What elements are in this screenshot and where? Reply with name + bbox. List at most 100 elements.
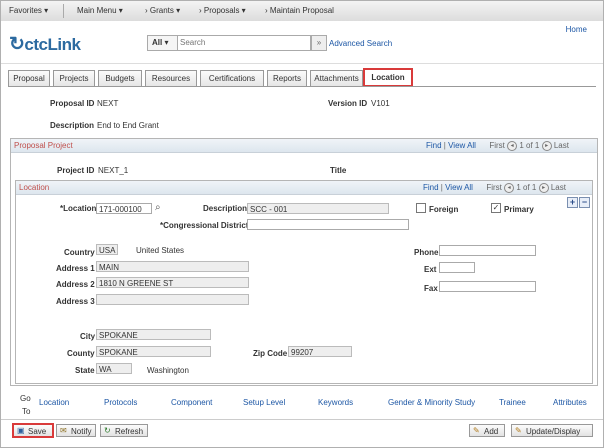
state-name: Washington — [147, 366, 189, 375]
tab-budgets[interactable]: Budgets — [98, 70, 142, 86]
county-field[interactable]: SPOKANE — [96, 346, 211, 357]
title-label: Title — [330, 166, 347, 175]
ext-field[interactable] — [439, 262, 475, 273]
search-input[interactable] — [180, 37, 306, 48]
main-menu[interactable]: Main Menu ▾ — [77, 6, 123, 15]
location-group: Location Find | View All First ◂ 1 of 1 … — [15, 180, 593, 384]
refresh-button[interactable]: ↻ Refresh — [100, 424, 148, 437]
goto-trainee-link[interactable]: Trainee — [499, 398, 526, 407]
notify-label: Notify — [71, 427, 92, 436]
zip-code-field[interactable]: 99207 — [288, 346, 352, 357]
advanced-search-link[interactable]: Advanced Search — [329, 39, 392, 48]
goto-gender-minority-link[interactable]: Gender & Minority Study — [388, 398, 475, 407]
search-scope-select[interactable]: All ▾ — [148, 36, 178, 50]
next-icon[interactable]: ▸ — [541, 141, 552, 151]
description-value: End to End Grant — [97, 121, 159, 130]
search-box: All ▾ — [147, 35, 311, 51]
tab-reports[interactable]: Reports — [267, 70, 307, 86]
home-link[interactable]: Home — [566, 25, 587, 34]
goto-protocols-link[interactable]: Protocols — [104, 398, 137, 407]
lookup-icon[interactable]: ⌕ — [155, 202, 161, 213]
address1-label: Address 1 — [56, 264, 95, 273]
location-first-label: First — [486, 183, 502, 193]
location-nav: Find | View All First ◂ 1 of 1 ▸ Last — [423, 183, 566, 193]
refresh-icon: ↻ — [104, 426, 111, 435]
loc-description-field[interactable]: SCC - 001 — [247, 203, 389, 214]
update-display-button[interactable]: ✎ Update/Display — [511, 424, 593, 437]
first-label: First — [489, 141, 505, 151]
ext-label: Ext — [424, 265, 437, 274]
breadcrumb-grants[interactable]: › Grants ▾ — [145, 6, 180, 15]
goto-label-go: Go — [20, 394, 31, 403]
refresh-label: Refresh — [115, 427, 144, 436]
add-row-icon[interactable]: + — [567, 197, 578, 208]
find-link[interactable]: Find — [426, 141, 442, 150]
add-label: Add — [484, 427, 499, 436]
goto-keywords-link[interactable]: Keywords — [318, 398, 353, 407]
tab-attachments[interactable]: Attachments — [310, 70, 363, 86]
project-id-value: NEXT_1 — [98, 166, 129, 175]
tab-certifications[interactable]: Certifications — [200, 70, 264, 86]
view-all-link[interactable]: View All — [448, 141, 476, 150]
proposal-project-title: Proposal Project — [14, 141, 73, 150]
update-display-label: Update/Display — [526, 427, 581, 436]
breadcrumb-proposals[interactable]: › Proposals ▾ — [199, 6, 246, 15]
add-button[interactable]: ✎ Add — [469, 424, 505, 437]
last-label: Last — [553, 141, 569, 151]
congressional-district-field[interactable] — [247, 219, 409, 230]
nav-divider — [63, 4, 64, 18]
version-id-label: Version ID — [328, 99, 368, 108]
country-name: United States — [136, 246, 185, 255]
foreign-label: Foreign — [429, 205, 459, 214]
location-view-all-link[interactable]: View All — [445, 183, 473, 192]
notify-button[interactable]: ✉ Notify — [56, 424, 96, 437]
toolbar-divider — [1, 419, 603, 420]
tab-resources[interactable]: Resources — [145, 70, 197, 86]
goto-component-link[interactable]: Component — [171, 398, 212, 407]
location-previous-icon[interactable]: ◂ — [504, 183, 515, 193]
state-field[interactable]: WA — [96, 363, 132, 374]
location-field[interactable]: 171-000100 — [96, 203, 152, 214]
ctclink-logo[interactable]: ↻ctcLink — [9, 33, 81, 56]
phone-field[interactable] — [439, 245, 536, 256]
proposal-project-group: Proposal Project Find | View All First ◂… — [10, 138, 598, 386]
favorites-menu[interactable]: Favorites ▾ — [9, 6, 48, 15]
goto-location-link[interactable]: Location — [39, 398, 69, 407]
version-id-value: V101 — [371, 99, 390, 108]
proposal-project-nav: Find | View All First ◂ 1 of 1 ▸ Last — [426, 141, 569, 151]
tab-proposal[interactable]: Proposal — [8, 70, 50, 86]
proposal-project-header: Proposal Project Find | View All First ◂… — [11, 139, 597, 153]
state-label: State — [75, 366, 95, 375]
location-header: Location Find | View All First ◂ 1 of 1 … — [16, 181, 592, 195]
logo-mark: ↻ — [9, 34, 25, 55]
country-field[interactable]: USA — [96, 244, 118, 255]
location-next-icon[interactable]: ▸ — [538, 183, 549, 193]
previous-icon[interactable]: ◂ — [507, 141, 518, 151]
notify-icon: ✉ — [60, 426, 67, 435]
location-find-link[interactable]: Find — [423, 183, 439, 192]
address3-field[interactable] — [96, 294, 249, 305]
search-go-button[interactable]: » — [311, 35, 327, 51]
address2-field[interactable]: 1810 N GREENE ST — [96, 277, 249, 288]
row-count: 1 of 1 — [519, 141, 540, 151]
county-label: County — [67, 349, 95, 358]
top-nav-bar: Favorites ▾ Main Menu ▾ › Grants ▾ › Pro… — [1, 1, 603, 22]
tab-location[interactable]: Location — [363, 68, 413, 87]
tab-projects[interactable]: Projects — [53, 70, 95, 86]
zip-code-label: Zip Code — [253, 349, 288, 358]
tab-underline — [8, 86, 596, 87]
delete-row-icon[interactable]: − — [579, 197, 590, 208]
phone-label: Phone — [414, 248, 439, 257]
goto-label-to: To — [22, 407, 31, 416]
search-scope-label: All — [152, 38, 163, 47]
goto-setup-level-link[interactable]: Setup Level — [243, 398, 285, 407]
goto-attributes-link[interactable]: Attributes — [553, 398, 587, 407]
foreign-checkbox[interactable] — [416, 203, 426, 213]
breadcrumb-maintain-proposal[interactable]: › Maintain Proposal — [265, 6, 334, 15]
primary-checkbox[interactable]: ✓ — [491, 203, 501, 213]
fax-field[interactable] — [439, 281, 536, 292]
save-button[interactable]: ▣ Save — [12, 423, 54, 438]
city-field[interactable]: SPOKANE — [96, 329, 211, 340]
address1-field[interactable]: MAIN — [96, 261, 249, 272]
location-label: *Location — [60, 204, 97, 213]
